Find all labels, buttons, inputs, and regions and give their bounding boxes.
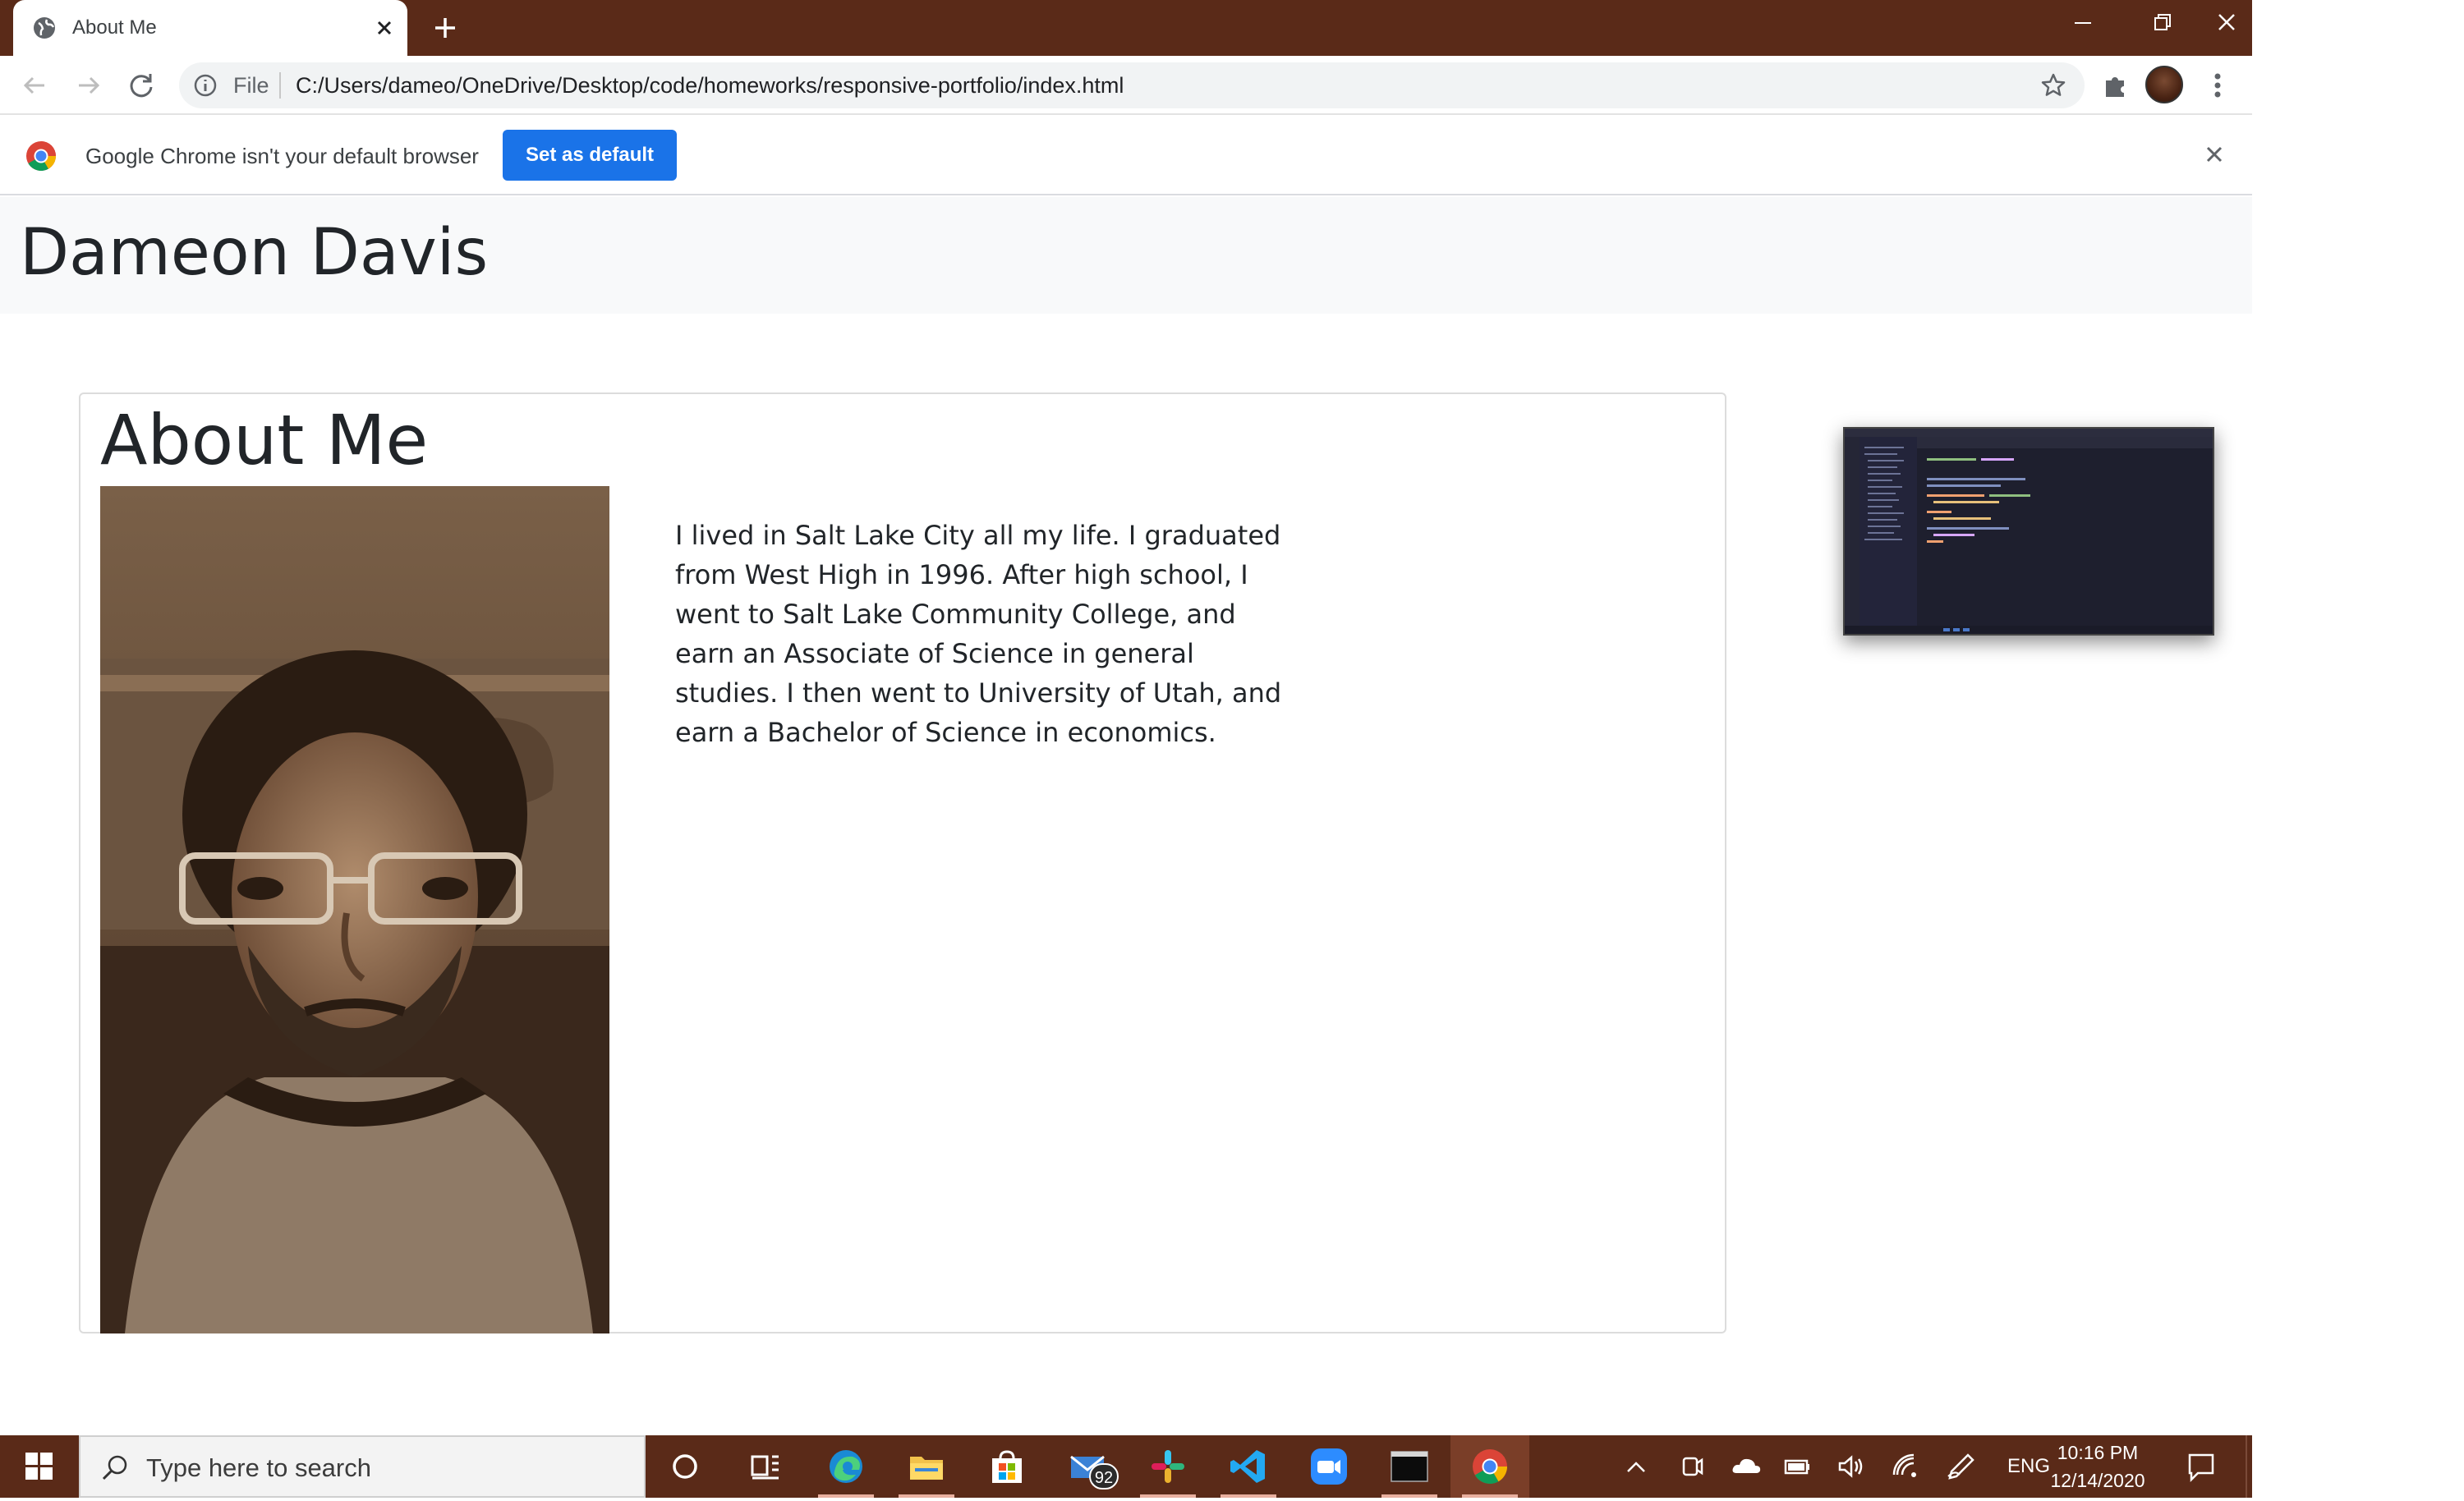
new-tab-button[interactable] bbox=[429, 11, 462, 44]
window-close-button[interactable] bbox=[2201, 0, 2252, 46]
task-view-icon[interactable] bbox=[726, 1435, 805, 1498]
cortana-icon[interactable] bbox=[646, 1435, 724, 1498]
bio-paragraph: I lived in Salt Lake City all my life. I… bbox=[675, 520, 1282, 748]
slack-icon[interactable] bbox=[1129, 1435, 1207, 1498]
taskbar-clock[interactable]: 10:16 PM 12/14/2020 bbox=[2050, 1439, 2145, 1494]
infobar-message: Google Chrome isn't your default browser bbox=[85, 144, 479, 168]
file-explorer-icon[interactable] bbox=[887, 1435, 966, 1498]
web-page: Dameon Davis About Me I lived in Salt La… bbox=[0, 197, 2252, 1435]
mail-icon[interactable]: 92 bbox=[1048, 1435, 1127, 1498]
info-icon[interactable] bbox=[194, 74, 217, 97]
reload-icon[interactable] bbox=[125, 69, 158, 102]
minimize-button[interactable] bbox=[2043, 0, 2122, 46]
windows-start-icon[interactable] bbox=[0, 1435, 79, 1498]
site-name[interactable]: Dameon Davis bbox=[20, 212, 488, 294]
volume-icon[interactable] bbox=[1835, 1452, 1868, 1481]
show-hidden-icons-chevron-icon[interactable] bbox=[1620, 1452, 1653, 1481]
chrome-logo-icon bbox=[25, 140, 57, 172]
extensions-puzzle-icon[interactable] bbox=[2099, 69, 2132, 102]
kebab-menu-icon[interactable] bbox=[2204, 69, 2231, 102]
restore-button[interactable] bbox=[2122, 0, 2201, 46]
show-desktop-button[interactable] bbox=[2246, 1435, 2252, 1498]
about-me-card: About Me I lived in Salt Lake City all m… bbox=[79, 392, 1726, 1333]
zoom-icon[interactable] bbox=[1289, 1435, 1368, 1498]
chrome-taskbar-icon[interactable] bbox=[1450, 1435, 1529, 1498]
screen-preview-thumbnail[interactable] bbox=[1843, 427, 2214, 636]
url-scheme-label: File bbox=[233, 73, 269, 98]
taskbar-search-box[interactable]: Type here to search bbox=[79, 1435, 646, 1498]
onedrive-cloud-icon[interactable] bbox=[1730, 1452, 1763, 1481]
pen-workspace-icon[interactable] bbox=[1945, 1452, 1978, 1481]
search-icon bbox=[99, 1452, 131, 1485]
clock-time: 10:16 PM bbox=[2057, 1442, 2139, 1463]
set-as-default-button[interactable]: Set as default bbox=[503, 130, 677, 181]
browser-titlebar: About Me bbox=[0, 0, 2252, 56]
bookmark-star-icon[interactable] bbox=[2040, 72, 2066, 99]
edge-browser-icon[interactable] bbox=[807, 1435, 885, 1498]
tab-title: About Me bbox=[72, 16, 157, 39]
windows-taskbar: Type here to search 92 ENG 10:16 PM 12/1… bbox=[0, 1435, 2252, 1498]
address-bar[interactable]: File C:/Users/dameo/OneDrive/Desktop/cod… bbox=[179, 62, 2085, 108]
battery-icon[interactable] bbox=[1781, 1452, 1814, 1481]
profile-avatar[interactable] bbox=[2145, 66, 2183, 103]
meet-now-icon[interactable] bbox=[1676, 1452, 1708, 1481]
default-browser-infobar: Google Chrome isn't your default browser… bbox=[0, 117, 2252, 195]
vscode-icon[interactable] bbox=[1209, 1435, 1288, 1498]
search-placeholder: Type here to search bbox=[146, 1453, 371, 1482]
forward-arrow-icon[interactable] bbox=[72, 69, 105, 102]
action-center-icon[interactable] bbox=[2185, 1450, 2218, 1483]
globe-icon bbox=[31, 15, 57, 41]
url-text[interactable]: C:/Users/dameo/OneDrive/Desktop/code/hom… bbox=[296, 62, 1124, 108]
profile-photo bbox=[100, 486, 609, 1333]
input-language[interactable]: ENG bbox=[2007, 1435, 2050, 1498]
browser-toolbar: File C:/Users/dameo/OneDrive/Desktop/cod… bbox=[0, 56, 2252, 115]
infobar-close-icon[interactable] bbox=[2200, 140, 2229, 169]
wifi-icon[interactable] bbox=[1889, 1452, 1922, 1481]
terminal-icon[interactable] bbox=[1370, 1435, 1449, 1498]
card-title: About Me bbox=[100, 400, 429, 480]
close-icon[interactable] bbox=[371, 15, 398, 41]
address-divider bbox=[279, 72, 281, 99]
clock-date: 12/14/2020 bbox=[2050, 1470, 2145, 1491]
back-arrow-icon[interactable] bbox=[18, 69, 51, 102]
site-header: Dameon Davis bbox=[0, 197, 2252, 314]
mail-unread-badge: 92 bbox=[1089, 1463, 1119, 1490]
microsoft-store-icon[interactable] bbox=[968, 1435, 1046, 1498]
tab-about-me[interactable]: About Me bbox=[13, 0, 407, 56]
